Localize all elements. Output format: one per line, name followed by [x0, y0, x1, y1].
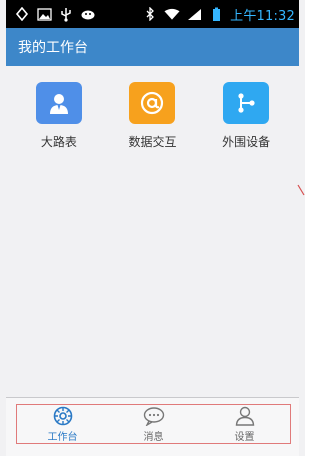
person-icon — [35, 82, 82, 124]
tab-workbench-label: 工作台 — [47, 431, 78, 443]
image-icon — [36, 6, 52, 22]
signal-icon — [186, 6, 202, 22]
at-sign-icon — [129, 82, 176, 124]
app-item-data-exchange[interactable]: 数据交互 — [112, 82, 192, 150]
header: 我的工作台 — [6, 28, 299, 66]
tab-messages[interactable]: 消息 — [114, 405, 194, 443]
tab-messages-label: 消息 — [143, 431, 164, 443]
app-grid: 大路表 数据交互 外围设备 — [6, 82, 299, 150]
sync-icon — [14, 6, 30, 22]
page-title: 我的工作台 — [18, 40, 88, 56]
edge-arrow-icon — [297, 181, 305, 196]
status-bar: 上午11:32 — [6, 0, 299, 28]
app-item-peripherals[interactable]: 外围设备 — [206, 82, 286, 150]
bluetooth-icon — [142, 6, 158, 22]
status-time: 上午11:32 — [230, 8, 295, 24]
tab-workbench[interactable]: 工作台 — [23, 405, 103, 443]
tab-settings-label: 设置 — [234, 431, 255, 443]
workbench-icon — [52, 406, 74, 426]
app-label: 外围设备 — [222, 135, 271, 149]
bottom-nav-outline: 工作台 消息 设置 — [16, 404, 291, 444]
app-item-route-table[interactable]: 大路表 — [19, 82, 99, 150]
app-label: 大路表 — [40, 135, 77, 149]
tree-icon — [223, 82, 270, 124]
app-label: 数据交互 — [128, 135, 177, 149]
wifi-icon — [164, 6, 180, 22]
status-right-icons: 上午11:32 — [142, 5, 295, 24]
tab-settings[interactable]: 设置 — [205, 405, 285, 443]
message-icon — [143, 406, 165, 426]
battery-icon — [208, 6, 224, 22]
bottom-nav: 工作台 消息 设置 — [6, 398, 299, 456]
android-icon — [80, 6, 96, 22]
usb-icon — [58, 6, 74, 22]
user-icon — [234, 406, 256, 426]
app-screen: 上午11:32 我的工作台 大路表 数据交互 外围设备 工作台 消息 设置 — [0, 0, 305, 456]
status-left-icons — [14, 6, 96, 22]
